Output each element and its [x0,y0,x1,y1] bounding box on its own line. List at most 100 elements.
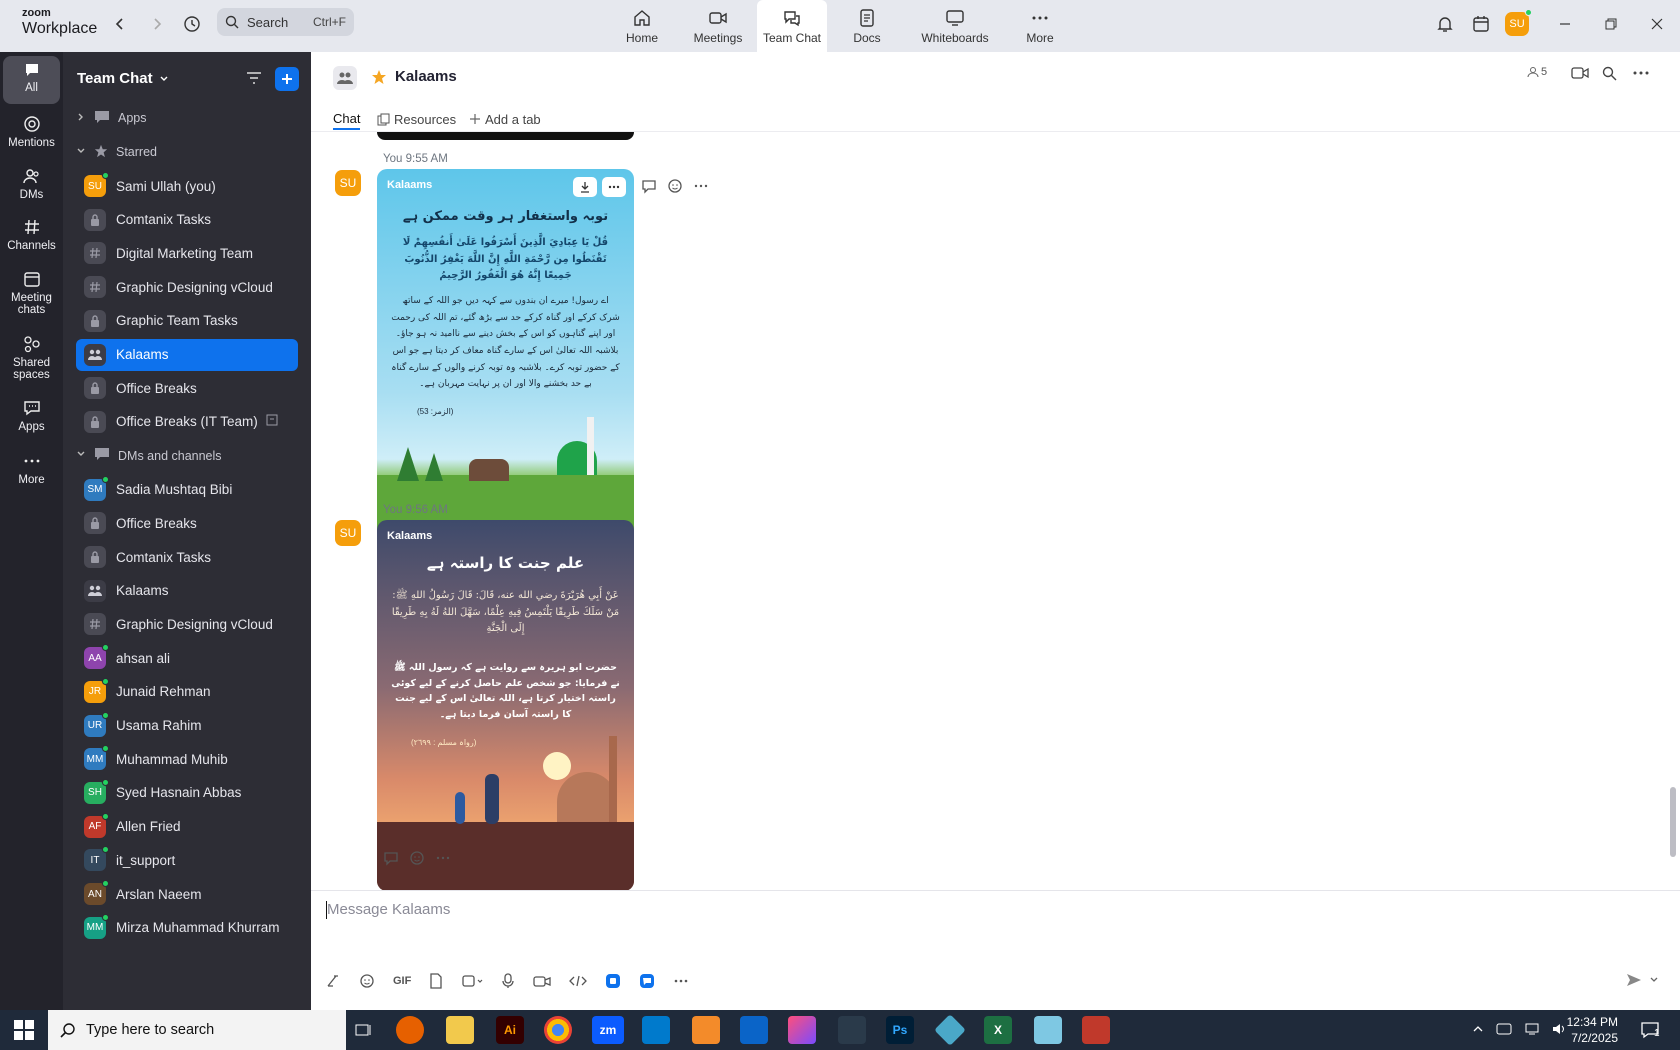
app-icon-1[interactable] [605,973,621,989]
screenshot-icon[interactable] [461,973,483,989]
message-more-icon[interactable] [435,850,451,866]
chevron-down-icon[interactable] [1649,975,1659,985]
sidebar-item[interactable]: MM Muhammad Muhib [76,743,298,775]
sidebar-item[interactable]: AF Allen Fried [76,811,298,843]
rail-more[interactable]: More [3,446,60,486]
gif-button[interactable]: GIF [393,975,411,987]
task-view-icon[interactable] [350,1016,378,1044]
reply-icon[interactable] [383,850,399,866]
add-tab-button[interactable]: Add a tab [469,108,541,130]
chat-scrollbar[interactable] [1670,787,1676,857]
image-more-icon[interactable] [602,177,626,197]
notification-center-icon[interactable]: 1 [1640,1020,1660,1043]
xampp-icon[interactable] [692,1016,720,1044]
rail-apps[interactable]: Apps [3,393,60,433]
sidebar-item[interactable]: Office Breaks [76,507,298,539]
rail-channels[interactable]: Channels [3,212,60,252]
send-button[interactable] [1625,971,1659,989]
sidebar-item[interactable]: SM Sadia Mushtaq Bibi [76,474,298,506]
rail-mentions[interactable]: Mentions [3,109,60,149]
new-chat-button[interactable] [275,67,299,91]
sidebar-item[interactable]: IT it_support [76,844,298,876]
network-icon[interactable] [1524,1022,1540,1036]
tab-whiteboards[interactable]: Whiteboards [918,0,992,52]
sidebar-item[interactable]: UR Usama Rahim [76,710,298,742]
back-icon[interactable] [108,12,132,36]
rail-dms[interactable]: DMs [3,161,60,201]
photoshop-icon[interactable]: Ps [886,1016,914,1044]
excel-icon[interactable]: X [984,1016,1012,1044]
calendar-icon[interactable] [1469,12,1493,36]
sidebar-item[interactable]: SH Syed Hasnain Abbas [76,777,298,809]
history-icon[interactable] [180,12,204,36]
minimize-icon[interactable] [1553,12,1577,36]
user-avatar[interactable]: SU [1505,9,1532,36]
download-icon[interactable] [573,177,597,197]
member-count[interactable]: 5 [1527,66,1547,78]
sidebar-item[interactable]: Office Breaks (IT Team) [76,406,298,438]
tab-team-chat[interactable]: Team Chat [757,0,827,52]
tab-meetings[interactable]: Meetings [689,0,747,52]
sidebar-item[interactable]: JR Junaid Rehman [76,676,298,708]
creative-cloud-icon[interactable] [788,1016,816,1044]
filter-icon[interactable] [245,69,263,90]
vscode-icon[interactable] [642,1016,670,1044]
format-icon[interactable] [325,973,341,989]
message-more-icon[interactable] [693,178,709,194]
close-icon[interactable] [1645,12,1669,36]
outlook-icon[interactable] [740,1016,768,1044]
microphone-icon[interactable] [501,973,515,989]
sidebar-title[interactable]: Team Chat [77,70,169,87]
bell-icon[interactable] [1433,12,1457,36]
message-avatar[interactable]: SU [335,520,361,546]
video-call-icon[interactable] [1571,66,1589,80]
sidebar-item[interactable]: AN Arslan Naeem [76,878,298,910]
message-input[interactable]: Message Kalaams [327,901,450,918]
sidebar-item[interactable]: MM Mirza Muhammad Khurram [76,912,298,944]
sidebar-item[interactable]: Digital Marketing Team [76,237,298,269]
sidebar-item[interactable]: AA ahsan ali [76,642,298,674]
image-attachment[interactable]: Kalaams علم جنت کا راستہ ہے عَنْ أَبِي ه… [377,520,634,891]
chrome-icon[interactable] [544,1016,572,1044]
tab-more[interactable]: More [1020,0,1060,52]
tab-home[interactable]: Home [616,0,668,52]
firefox-icon[interactable] [396,1016,424,1044]
forward-icon[interactable] [145,12,169,36]
sidebar-item[interactable]: Graphic Designing vCloud [76,271,298,303]
sidebar-item[interactable]: Comtanix Tasks [76,541,298,573]
rail-meeting-chats[interactable]: Meeting chats [3,264,60,316]
tab-chat[interactable]: Chat [333,108,361,130]
section-dms-channels[interactable]: DMs and channels [76,440,298,472]
rail-all[interactable]: All [3,56,60,104]
sidebar-item[interactable]: Office Breaks [76,372,298,404]
emoji-reaction-icon[interactable] [409,850,425,866]
video-message-icon[interactable] [533,973,551,989]
composer-more-icon[interactable] [673,973,689,989]
star-icon[interactable] [371,69,387,85]
reply-icon[interactable] [641,178,657,194]
sidebar-item[interactable]: Comtanix Tasks [76,204,298,236]
sidebar-item[interactable]: SU Sami Ullah (you) [76,170,298,202]
taskbar-search[interactable]: Type here to search [48,1010,346,1050]
channel-title[interactable]: Kalaams [371,68,457,85]
previous-image-tail[interactable] [377,132,634,140]
section-starred[interactable]: Starred [76,136,298,168]
tab-resources[interactable]: Resources [377,108,456,130]
image-attachment[interactable]: Kalaams توبہ واستغفار ہر وقت ممکن ہے قُل… [377,169,634,541]
channel-search-icon[interactable] [1602,66,1617,81]
taskbar-clock[interactable]: 12:34 PM 7/2/2025 [1560,1014,1618,1046]
illustrator-icon[interactable]: Ai [496,1016,524,1044]
red-app-icon[interactable] [1082,1016,1110,1044]
sidebar-item[interactable]: Graphic Designing vCloud [76,608,298,640]
zoom-taskbar-icon[interactable]: zm [592,1016,624,1044]
file-icon[interactable] [429,973,443,989]
rail-shared-spaces[interactable]: Shared spaces [3,329,60,381]
message-avatar[interactable]: SU [335,170,361,196]
sidebar-item[interactable]: Graphic Team Tasks [76,305,298,337]
restore-icon[interactable] [1599,12,1623,36]
app-icon-2[interactable] [639,973,655,989]
tab-docs[interactable]: Docs [845,0,889,52]
pen-tool-icon[interactable] [838,1016,866,1044]
channel-more-icon[interactable] [1633,66,1649,80]
search-input[interactable]: Search Ctrl+F [217,8,354,36]
